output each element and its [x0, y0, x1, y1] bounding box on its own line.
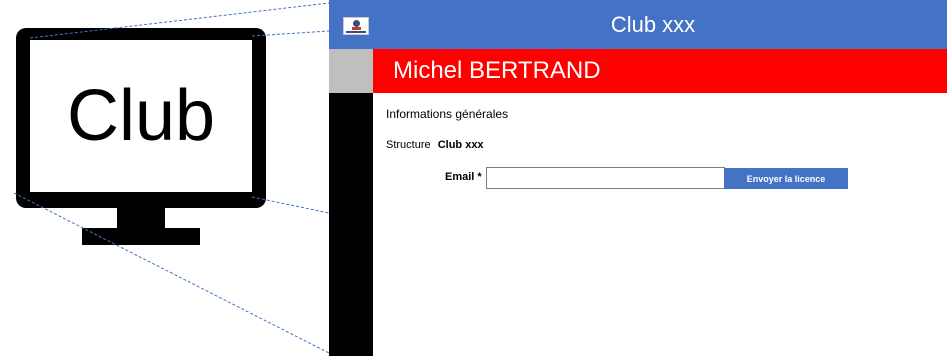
structure-label: Structure: [386, 139, 431, 151]
send-license-button[interactable]: Envoyer la licence: [724, 168, 848, 189]
email-field[interactable]: [486, 167, 725, 189]
sidebar: [329, 93, 373, 356]
app-title: Club xxx: [610, 11, 696, 37]
monitor-label: Club: [66, 76, 216, 156]
menu-toggle[interactable]: [329, 49, 373, 93]
structure-value: Club xxx: [437, 139, 484, 151]
structure-row: Structure Club xxx: [386, 139, 484, 151]
member-name-banner: Michel BERTRAND: [373, 49, 947, 93]
email-label: Email *: [445, 171, 482, 183]
app-window: Club xxx Michel BERTRAND Informations gé…: [329, 0, 947, 356]
section-title: Informations générales: [386, 107, 509, 121]
app-header: Club xxx: [329, 0, 947, 49]
